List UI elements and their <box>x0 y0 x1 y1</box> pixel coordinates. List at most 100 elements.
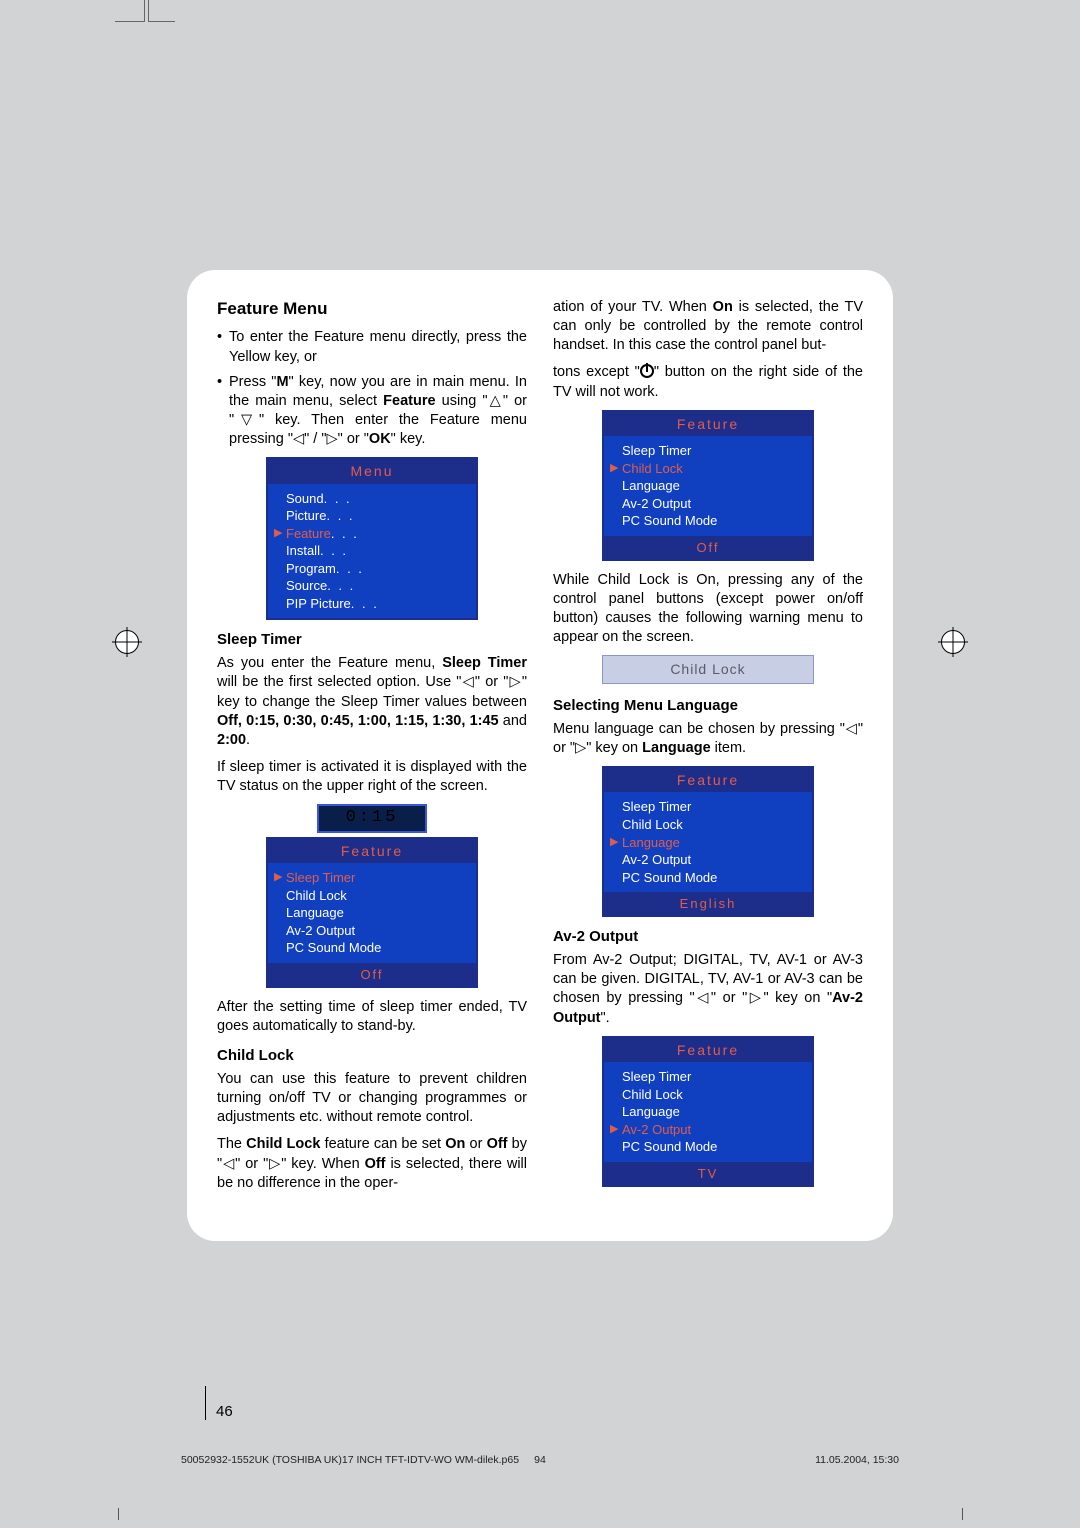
ellipsis-icon: . . . <box>351 595 379 613</box>
osd-item-label: Child Lock <box>622 460 683 478</box>
power-icon <box>640 364 654 378</box>
paragraph: You can use this feature to prevent chil… <box>217 1070 527 1127</box>
osd-feature-av2: Feature Sleep TimerChild LockLanguage▶Av… <box>602 1036 814 1187</box>
osd-item-label: Source <box>286 577 327 595</box>
footer-filename: 50052932-1552UK (TOSHIBA UK)17 INCH TFT-… <box>181 1454 519 1466</box>
footer-line: 50052932-1552UK (TOSHIBA UK)17 INCH TFT-… <box>175 1454 905 1466</box>
osd-item-label: Language <box>622 834 680 852</box>
content-card: Feature Menu To enter the Feature menu d… <box>187 270 893 1241</box>
osd-item-label: Language <box>286 904 344 922</box>
paragraph: tons except "" button on the right side … <box>553 363 863 401</box>
osd-footer: Off <box>604 536 812 559</box>
osd-footer: Off <box>268 963 476 986</box>
osd-item-label: Child Lock <box>622 1086 683 1104</box>
osd-title: Feature <box>604 1038 812 1062</box>
heading-feature-menu: Feature Menu <box>217 298 527 320</box>
ellipsis-icon: . . . <box>320 542 348 560</box>
osd-menu-item: Sleep Timer <box>610 442 804 460</box>
osd-item-label: PC Sound Mode <box>286 939 381 957</box>
paragraph: After the setting time of sleep timer en… <box>217 998 527 1036</box>
osd-item-label: Av-2 Output <box>622 851 691 869</box>
left-column: Feature Menu To enter the Feature menu d… <box>217 298 527 1201</box>
osd-feature-sleep: Feature ▶Sleep TimerChild LockLanguageAv… <box>266 837 478 988</box>
paragraph: Menu language can be chosen by pressing … <box>553 720 863 758</box>
heading-sleep-timer: Sleep Timer <box>217 630 527 650</box>
osd-item-label: Sleep Timer <box>286 869 355 887</box>
osd-menu-item: Language <box>274 904 468 922</box>
osd-item-label: Sleep Timer <box>622 1068 691 1086</box>
heading-language: Selecting Menu Language <box>553 696 863 716</box>
paragraph: While Child Lock is On, pressing any of … <box>553 571 863 648</box>
paragraph: From Av-2 Output; DIGITAL, TV, AV-1 or A… <box>553 951 863 1028</box>
osd-item-label: PC Sound Mode <box>622 869 717 887</box>
osd-menu-item: Child Lock <box>610 1086 804 1104</box>
pointer-icon: ▶ <box>610 835 622 850</box>
osd-item-label: Av-2 Output <box>622 1121 691 1139</box>
pointer-icon: ▶ <box>610 461 622 476</box>
osd-menu-item: PC Sound Mode <box>274 939 468 957</box>
osd-item-label: Av-2 Output <box>286 922 355 940</box>
osd-childlock-warning: Child Lock <box>602 655 814 683</box>
footer-datetime: 11.05.2004, 15:30 <box>815 1454 899 1466</box>
manual-page: Feature Menu To enter the Feature menu d… <box>175 20 905 1470</box>
crop-mark <box>115 0 145 22</box>
paragraph: ation of your TV. When On is selected, t… <box>553 298 863 355</box>
ellipsis-icon: . . . <box>326 507 354 525</box>
osd-item-label: Child Lock <box>286 887 347 905</box>
osd-feature-language: Feature Sleep TimerChild Lock▶LanguageAv… <box>602 766 814 917</box>
osd-item-label: PC Sound Mode <box>622 1138 717 1156</box>
crop-ticks <box>100 1514 980 1528</box>
osd-item-label: Sound <box>286 490 324 508</box>
osd-title: Menu <box>268 459 476 483</box>
heading-child-lock: Child Lock <box>217 1046 527 1066</box>
osd-menu-item: Program . . . <box>274 560 468 578</box>
osd-menu-item: Av-2 Output <box>610 495 804 513</box>
bullet-item: Press "M" key, now you are in main menu.… <box>217 373 527 450</box>
osd-menu-item: ▶Av-2 Output <box>610 1121 804 1139</box>
paragraph: The Child Lock feature can be set On or … <box>217 1135 527 1192</box>
ellipsis-icon: . . . <box>327 577 355 595</box>
pointer-icon: ▶ <box>274 870 286 885</box>
osd-item-label: Language <box>622 477 680 495</box>
ellipsis-icon: . . . <box>336 560 364 578</box>
osd-menu-item: ▶Sleep Timer <box>274 869 468 887</box>
osd-item-label: Program <box>286 560 336 578</box>
osd-title: Feature <box>268 839 476 863</box>
registration-mark <box>115 630 139 654</box>
osd-menu-item: PC Sound Mode <box>610 869 804 887</box>
bullet-item: To enter the Feature menu directly, pres… <box>217 328 527 366</box>
paragraph: As you enter the Feature menu, Sleep Tim… <box>217 654 527 750</box>
ellipsis-icon: . . . <box>331 525 359 543</box>
osd-menu-item: PIP Picture . . . <box>274 595 468 613</box>
osd-menu-item: Av-2 Output <box>610 851 804 869</box>
pointer-icon: ▶ <box>274 526 286 541</box>
osd-item-label: Child Lock <box>622 816 683 834</box>
osd-item-label: Picture <box>286 507 326 525</box>
osd-item-label: Sleep Timer <box>622 442 691 460</box>
osd-menu-item: Child Lock <box>610 816 804 834</box>
osd-item-label: Language <box>622 1103 680 1121</box>
osd-timer-badge: 0:15 <box>317 804 427 832</box>
osd-menu-item: PC Sound Mode <box>610 1138 804 1156</box>
footer-mid: 94 <box>534 1454 546 1466</box>
osd-menu-item: Language <box>610 1103 804 1121</box>
osd-title: Feature <box>604 412 812 436</box>
osd-menu-item: Source . . . <box>274 577 468 595</box>
pointer-icon: ▶ <box>610 1122 622 1137</box>
osd-footer: TV <box>604 1162 812 1185</box>
osd-item-label: Install <box>286 542 320 560</box>
osd-menu-item: Sleep Timer <box>610 798 804 816</box>
osd-menu-item: Av-2 Output <box>274 922 468 940</box>
osd-menu-item: Sound . . . <box>274 490 468 508</box>
osd-item-label: PIP Picture <box>286 595 351 613</box>
osd-item-label: PC Sound Mode <box>622 512 717 530</box>
heading-av2-output: Av-2 Output <box>553 927 863 947</box>
page-number: 46 <box>205 1386 233 1420</box>
osd-title: Feature <box>604 768 812 792</box>
paragraph: If sleep timer is activated it is displa… <box>217 758 527 796</box>
osd-item-label: Sleep Timer <box>622 798 691 816</box>
osd-feature-childlock: Feature Sleep Timer▶Child LockLanguageAv… <box>602 410 814 561</box>
osd-item-label: Feature <box>286 525 331 543</box>
ellipsis-icon: . . . <box>324 490 352 508</box>
osd-menu-item: ▶Language <box>610 834 804 852</box>
